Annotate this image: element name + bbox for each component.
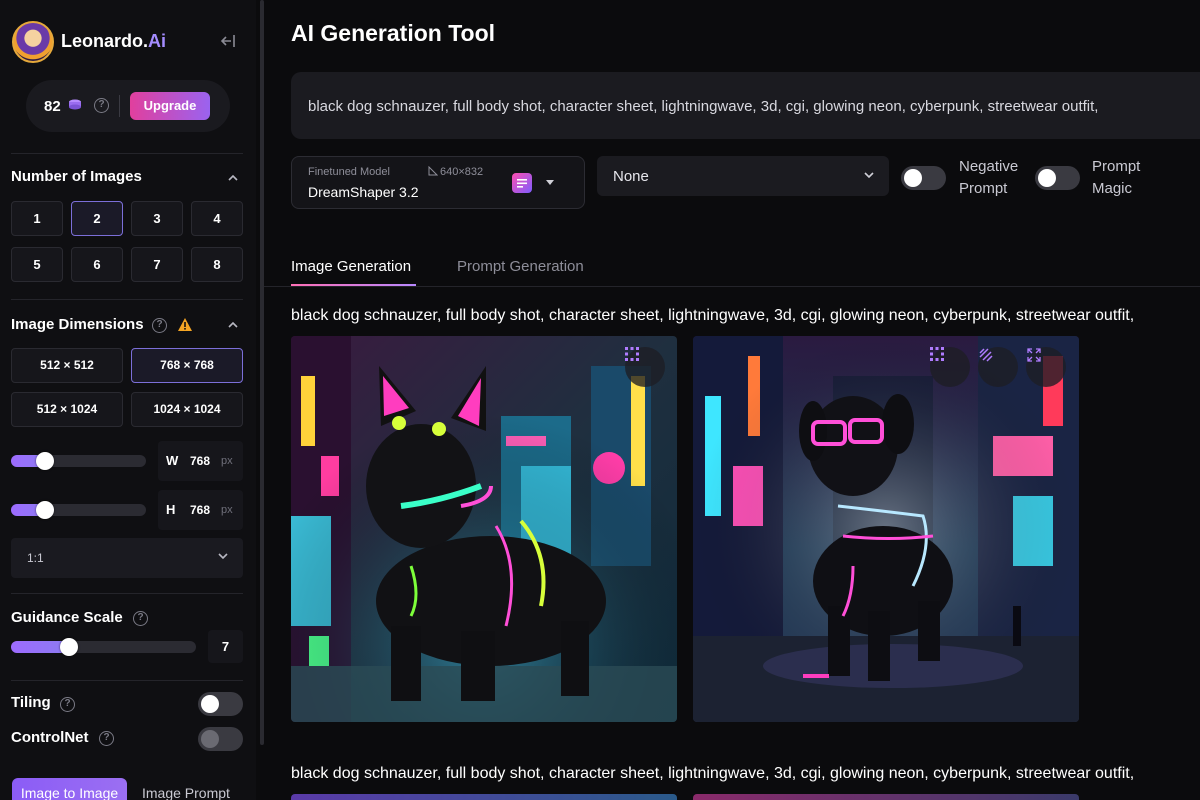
page-title: AI Generation Tool bbox=[291, 20, 496, 46]
stripes-icon[interactable] bbox=[978, 347, 1018, 387]
grid-icon[interactable] bbox=[930, 347, 970, 387]
generated-image[interactable] bbox=[693, 794, 1079, 800]
height-value[interactable]: 768 bbox=[190, 503, 210, 517]
chevron-down-icon bbox=[217, 550, 229, 562]
controlnet-toggle[interactable] bbox=[198, 727, 243, 751]
slider-handle[interactable] bbox=[60, 638, 78, 656]
caret-down-icon[interactable] bbox=[544, 176, 556, 188]
chevron-up-icon[interactable] bbox=[227, 319, 239, 331]
generation-prompt: black dog schnauzer, full body shot, cha… bbox=[291, 765, 1135, 782]
collapse-sidebar-icon[interactable] bbox=[218, 30, 240, 52]
expand-icon[interactable] bbox=[1026, 347, 1066, 387]
dimension-preset-selected[interactable]: 768 × 768 bbox=[131, 348, 243, 383]
divider bbox=[264, 286, 1200, 287]
toggle-knob bbox=[904, 169, 922, 187]
slider-handle[interactable] bbox=[36, 501, 54, 519]
prompt-magic-toggle[interactable] bbox=[1035, 166, 1080, 190]
negative-prompt-label: Negative Prompt bbox=[959, 158, 1019, 197]
model-select[interactable]: Finetuned Model 640×832 DreamShaper 3.2 bbox=[291, 156, 585, 209]
generated-image[interactable] bbox=[291, 794, 677, 800]
prompt-text[interactable]: black dog schnauzer, full body shot, cha… bbox=[308, 98, 1098, 115]
tiling-label: Tiling bbox=[11, 694, 51, 711]
app-root: Leonardo.Ai 82 ? Upgrade Number of Image… bbox=[0, 0, 1200, 800]
style-select[interactable]: None bbox=[597, 156, 889, 196]
aspect-ratio-select[interactable]: 1:1 bbox=[11, 538, 243, 578]
ruler-icon bbox=[428, 165, 439, 176]
guidance-slider[interactable] bbox=[11, 638, 196, 656]
brand-name[interactable]: Leonardo.Ai bbox=[61, 31, 166, 52]
height-letter: H bbox=[166, 502, 176, 517]
toggle-knob bbox=[201, 730, 219, 748]
width-input[interactable]: W 768 px bbox=[158, 441, 243, 481]
number-of-images-title: Number of Images bbox=[11, 168, 142, 185]
generated-image[interactable] bbox=[291, 336, 677, 722]
toggle-knob bbox=[1038, 169, 1056, 187]
credit-count: 82 bbox=[44, 98, 61, 115]
width-unit: px bbox=[221, 455, 233, 467]
num-images-option[interactable]: 8 bbox=[191, 247, 243, 282]
num-images-option[interactable]: 4 bbox=[191, 201, 243, 236]
num-images-option[interactable]: 6 bbox=[71, 247, 123, 282]
width-slider[interactable] bbox=[11, 452, 146, 470]
width-letter: W bbox=[166, 453, 179, 468]
toggle-knob bbox=[201, 695, 219, 713]
tiling-help-icon[interactable]: ? bbox=[60, 697, 75, 712]
divider bbox=[11, 593, 243, 594]
grid-icon[interactable] bbox=[625, 347, 665, 387]
divider bbox=[119, 95, 120, 117]
model-name: DreamShaper 3.2 bbox=[308, 184, 419, 200]
guidance-value[interactable]: 7 bbox=[208, 630, 243, 663]
model-settings-icon[interactable] bbox=[512, 173, 532, 193]
image-dimensions-title: Image Dimensions bbox=[11, 316, 144, 333]
negative-prompt-toggle[interactable] bbox=[901, 166, 946, 190]
height-unit: px bbox=[221, 504, 233, 516]
style-value: None bbox=[613, 168, 649, 185]
warning-icon[interactable] bbox=[177, 317, 193, 332]
prompt-input[interactable]: black dog schnauzer, full body shot, cha… bbox=[291, 72, 1200, 139]
controlnet-label: ControlNet bbox=[11, 729, 89, 746]
num-images-option[interactable]: 7 bbox=[131, 247, 183, 282]
upgrade-button[interactable]: Upgrade bbox=[130, 92, 210, 120]
aspect-ratio-value: 1:1 bbox=[27, 551, 44, 565]
height-slider[interactable] bbox=[11, 501, 146, 519]
num-images-option[interactable]: 1 bbox=[11, 201, 63, 236]
image-to-image-tab[interactable]: Image to Image bbox=[12, 778, 127, 800]
num-images-option[interactable]: 5 bbox=[11, 247, 63, 282]
width-value[interactable]: 768 bbox=[190, 454, 210, 468]
controlnet-help-icon[interactable]: ? bbox=[99, 731, 114, 746]
model-dimensions: 640×832 bbox=[428, 165, 483, 178]
divider bbox=[11, 299, 243, 300]
dimensions-help-icon[interactable]: ? bbox=[152, 318, 167, 333]
image-prompt-tab[interactable]: Image Prompt bbox=[142, 785, 230, 800]
credits-help-icon[interactable]: ? bbox=[94, 98, 109, 113]
coins-icon bbox=[67, 97, 83, 113]
slider-handle[interactable] bbox=[36, 452, 54, 470]
generation-prompt: black dog schnauzer, full body shot, cha… bbox=[291, 307, 1135, 324]
divider bbox=[11, 153, 243, 154]
chevron-up-icon[interactable] bbox=[227, 172, 239, 184]
tiling-toggle[interactable] bbox=[198, 692, 243, 716]
sidebar-scrollbar[interactable] bbox=[260, 0, 264, 745]
brand-logo[interactable] bbox=[12, 21, 54, 63]
guidance-help-icon[interactable]: ? bbox=[133, 611, 148, 626]
generated-image[interactable] bbox=[693, 336, 1079, 722]
tab-prompt-generation[interactable]: Prompt Generation bbox=[457, 258, 584, 275]
dimension-preset[interactable]: 1024 × 1024 bbox=[131, 392, 243, 427]
prompt-magic-label: Prompt Magic bbox=[1092, 158, 1141, 197]
guidance-scale-title: Guidance Scale bbox=[11, 609, 123, 626]
model-caption: Finetuned Model bbox=[308, 166, 390, 178]
dimension-preset[interactable]: 512 × 1024 bbox=[11, 392, 123, 427]
dimension-preset[interactable]: 512 × 512 bbox=[11, 348, 123, 383]
tab-image-generation[interactable]: Image Generation bbox=[291, 258, 411, 275]
num-images-option-selected[interactable]: 2 bbox=[71, 201, 123, 236]
divider bbox=[11, 680, 243, 681]
height-input[interactable]: H 768 px bbox=[158, 490, 243, 530]
chevron-down-icon bbox=[863, 169, 875, 181]
num-images-option[interactable]: 3 bbox=[131, 201, 183, 236]
